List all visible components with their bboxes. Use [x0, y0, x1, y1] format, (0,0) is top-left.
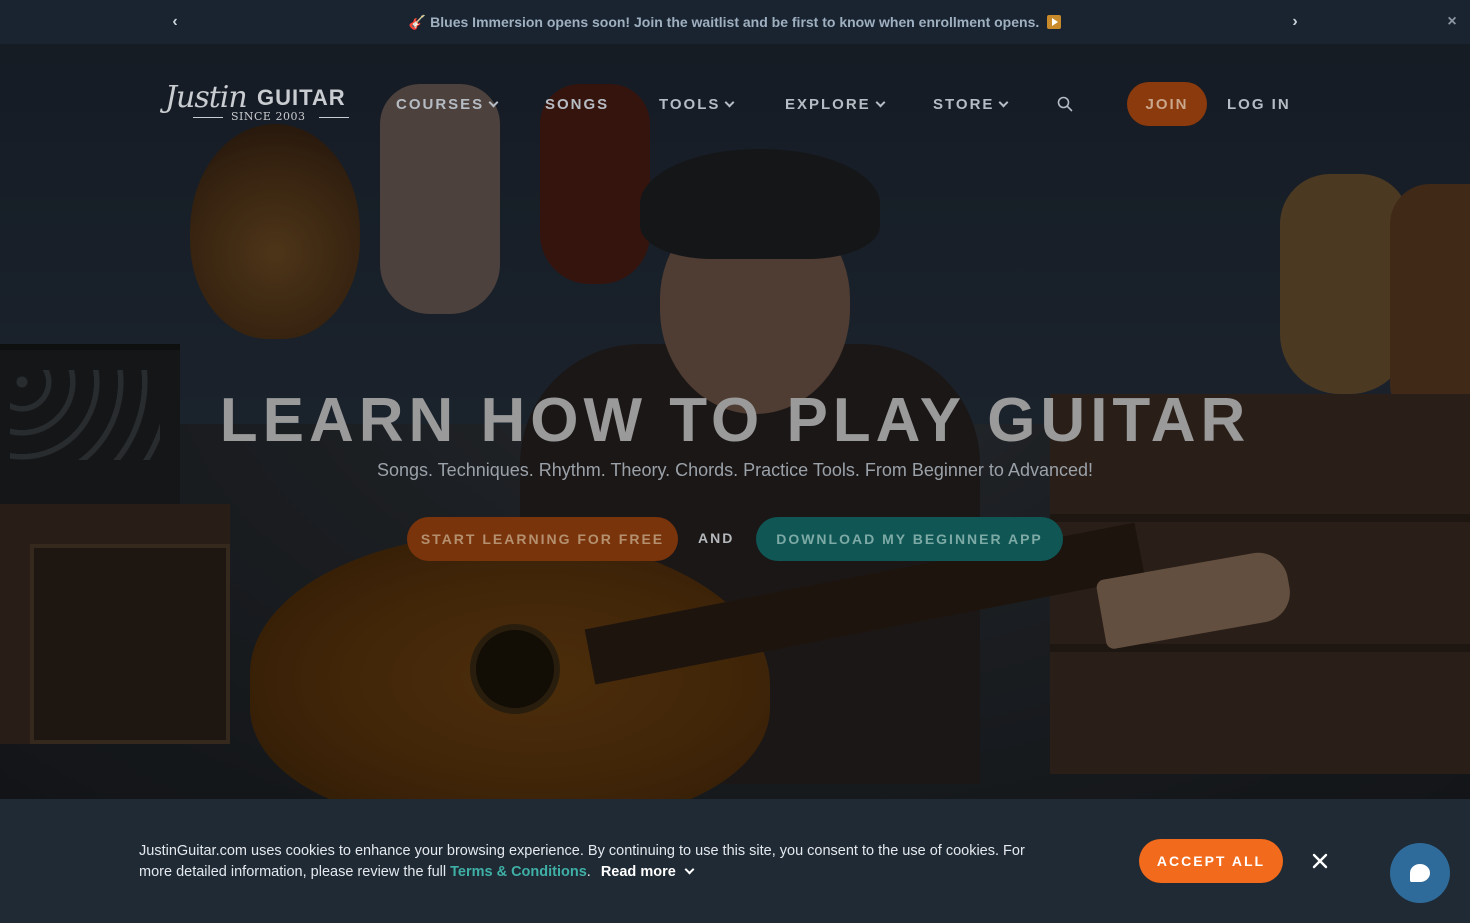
start-learning-button[interactable]: START LEARNING FOR FREE [407, 517, 678, 561]
nav-item-courses[interactable]: COURSES [396, 96, 499, 113]
login-link[interactable]: LOG IN [1227, 96, 1291, 113]
nav-item-label: COURSES [396, 96, 485, 113]
nav-item-explore[interactable]: EXPLORE [785, 96, 886, 113]
play-icon [1047, 14, 1062, 29]
close-icon[interactable] [1310, 851, 1330, 871]
nav-item-songs[interactable]: SONGS [545, 96, 609, 113]
next-announcement-icon[interactable]: › [1285, 12, 1305, 32]
chat-widget-button[interactable] [1390, 843, 1450, 903]
justinguitar-logo[interactable]: Justin GUITAR SINCE 2003 [165, 80, 351, 125]
read-more-toggle[interactable]: Read more [600, 864, 695, 880]
previous-announcement-icon[interactable]: ‹ [165, 12, 185, 32]
announcement-bar: ‹ 🎸 Blues Immersion opens soon! Join the… [0, 0, 1470, 44]
chat-bubble-icon [1410, 864, 1430, 882]
hero-headline: LEARN HOW TO PLAY GUITAR [219, 386, 1251, 455]
announcement-text: Blues Immersion opens soon! Join the wai… [430, 13, 1040, 30]
nav-item-label: SONGS [545, 96, 610, 113]
join-button[interactable]: JOIN [1127, 82, 1207, 126]
search-icon[interactable] [1057, 96, 1073, 112]
chevron-down-icon [875, 97, 886, 108]
chevron-down-icon [488, 97, 499, 108]
nav-item-label: TOOLS [659, 96, 721, 113]
cookie-period: . [586, 864, 591, 880]
logo-guitar-text: GUITAR [257, 85, 346, 110]
chevron-down-icon [998, 97, 1009, 108]
announcement-message[interactable]: 🎸 Blues Immersion opens soon! Join the w… [408, 13, 1062, 31]
and-text: AND [698, 530, 735, 546]
nav-item-label: STORE [933, 96, 995, 113]
nav-item-store[interactable]: STORE [933, 96, 1009, 113]
hero-subheadline: Songs. Techniques. Rhythm. Theory. Chord… [376, 460, 1094, 480]
accept-all-button[interactable]: ACCEPT ALL [1139, 839, 1283, 883]
cookie-message: JustinGuitar.com uses cookies to enhance… [139, 841, 1039, 883]
chevron-down-icon [724, 97, 735, 108]
nav-item-tools[interactable]: TOOLS [659, 96, 735, 113]
nav-item-label: EXPLORE [785, 96, 871, 113]
guitar-emoji-icon: 🎸 [408, 13, 427, 30]
download-app-button[interactable]: DOWNLOAD MY BEGINNER APP [756, 517, 1063, 561]
terms-link[interactable]: Terms & Conditions [450, 864, 587, 880]
close-announcement-icon[interactable]: × [1442, 12, 1462, 32]
logo-since-text: SINCE 2003 [192, 110, 351, 123]
chevron-down-icon [684, 864, 695, 875]
read-more-label: Read more [600, 864, 676, 880]
